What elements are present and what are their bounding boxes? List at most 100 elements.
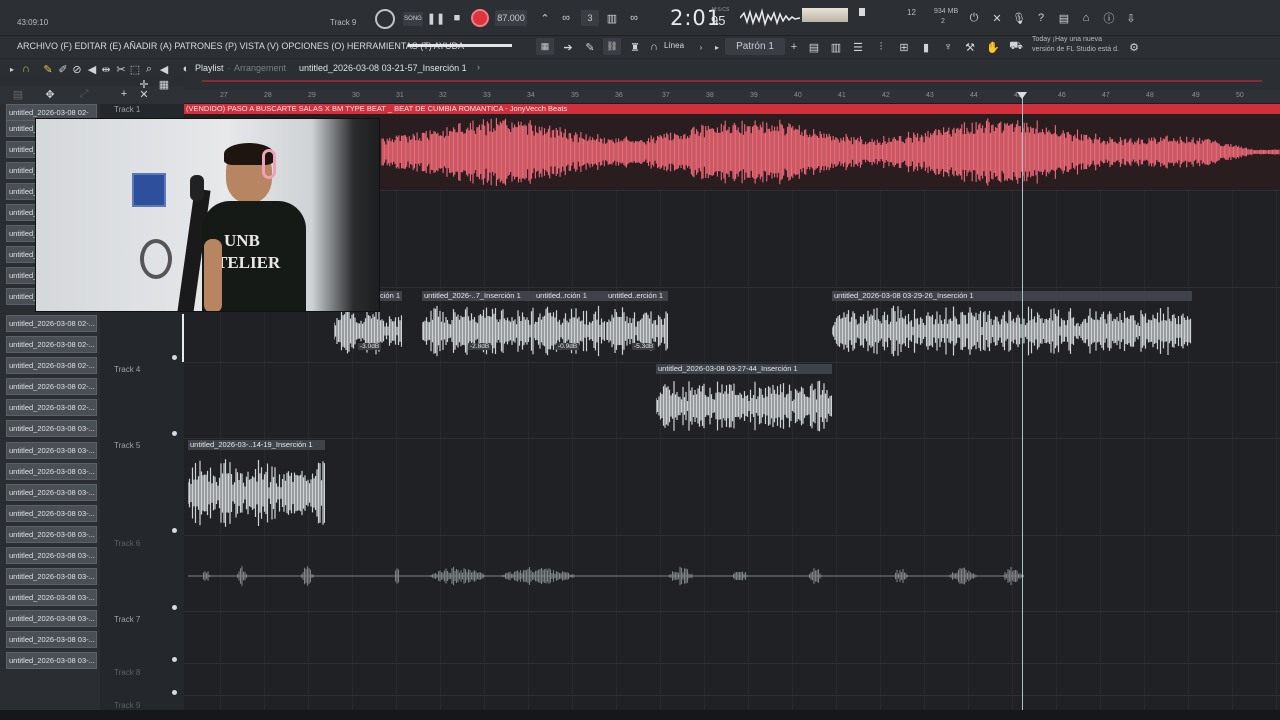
vocal-clip-e[interactable]: untitled_2026-03-08 03-29-26_Inserción 1 [832, 291, 1192, 361]
browser-clip-item[interactable]: untitled_2026-03-08 03-... [6, 610, 97, 627]
browser-clip-item[interactable]: untitled_2026-03-08 03-... [6, 505, 97, 522]
grid-icon[interactable]: ▤ [10, 86, 26, 102]
browser-clip-item[interactable]: untitled_2026-03-08 03-... [6, 547, 97, 564]
playback-tool-icon[interactable]: ◀ [156, 61, 172, 77]
save-icon[interactable]: ▤ [1056, 10, 1072, 26]
playlist-icon[interactable]: ▤ [806, 39, 822, 55]
countdown-icon[interactable]: 3 [581, 10, 599, 26]
vocal-clip-g[interactable]: untitled_2026-03-..14-19_Inserción 1 [188, 440, 325, 536]
vocal-clip-b[interactable]: untitled_2026-..7_Inserción 1 -2.8dB [422, 291, 534, 361]
playhead-marker[interactable] [1017, 92, 1027, 99]
vocal-clip-f[interactable]: untitled_2026-03-08 03-27-44_Inserción 1 [656, 364, 832, 438]
plugin-icon[interactable]: ⌂ [1078, 10, 1094, 26]
track-8-dot[interactable] [172, 690, 177, 695]
zoom-tool-icon[interactable]: ⌕ [141, 61, 157, 77]
track-4-label[interactable]: Track 4 [114, 365, 140, 374]
track-4-dot[interactable] [172, 431, 177, 436]
track-1-label[interactable]: Track 1 [114, 105, 140, 114]
settings-icon[interactable]: ⚙ [1126, 39, 1142, 55]
stamp-icon[interactable]: ♜ [627, 39, 643, 55]
browser-clip-item[interactable]: untitled_2026-03-08 03-... [6, 589, 97, 606]
timeline-ruler[interactable]: 27 28 29 30 31 32 33 34 35 36 37 38 39 40 41 42 43 44 45 46… [184, 90, 1280, 104]
delete-tool-icon[interactable]: ⊘ [69, 61, 85, 77]
add-track-icon[interactable]: + [116, 86, 132, 102]
pause-icon[interactable]: ❚❚ [427, 10, 445, 26]
track-9-label[interactable]: Track 9 [114, 701, 140, 710]
browser-clip-item[interactable]: untitled_2026-03-08 03-... [6, 568, 97, 585]
magnet-icon[interactable]: ∩ [646, 39, 662, 55]
arrangement-name[interactable]: Arrangement [234, 63, 286, 73]
track-6-label[interactable]: Track 6 [114, 539, 140, 548]
browser-clip-item[interactable]: untitled_2026-03-08 03-... [6, 420, 97, 437]
slip-tool-icon[interactable]: ⇹ [98, 61, 114, 77]
play-small-icon[interactable]: ▸ [709, 39, 725, 55]
selected-clip-name[interactable]: untitled_2026-03-08 03-21-57_Inserción 1 [299, 63, 467, 73]
pitch-slider[interactable] [859, 8, 865, 16]
refresh-icon[interactable] [375, 9, 395, 29]
plug-icon[interactable]: ♆ [940, 39, 956, 55]
step-edit-icon[interactable]: ▥ [604, 10, 620, 26]
browser-clip-item[interactable]: untitled_2026-03-08 02-... [6, 378, 97, 395]
piano-roll-icon[interactable]: ▥ [828, 39, 844, 55]
mixer-icon[interactable]: ⫶ [873, 39, 889, 55]
wait-icon[interactable]: ∞ [558, 10, 574, 26]
link-icon[interactable]: ⛓ [603, 38, 621, 55]
pattern-selector[interactable]: Patrón 1 [725, 38, 785, 55]
cart-icon[interactable]: ⛟ [1008, 39, 1024, 55]
playhead-line[interactable] [1022, 92, 1023, 710]
help-icon[interactable]: ? [1033, 10, 1049, 26]
power-icon[interactable]: ⏻ [966, 10, 982, 26]
snap-selector[interactable]: Línea [664, 41, 684, 50]
browser-clip-item[interactable]: untitled_2026-03-08 02-... [6, 399, 97, 416]
cpu-icon[interactable]: ✕ [989, 10, 1005, 26]
overview-scrollbar[interactable] [184, 78, 1280, 90]
browser-clip-item[interactable]: untitled_2026-03-08 03-... [6, 652, 97, 669]
file-icon[interactable]: ▮ [918, 39, 934, 55]
link-grey-icon[interactable]: ⤢ [76, 86, 92, 102]
loop-record-icon[interactable]: ∞ [626, 10, 642, 26]
chevron-right-icon-2[interactable]: › [477, 62, 480, 72]
main-menu[interactable]: ARCHIVO (F) EDITAR (E) AÑADIR (A) PATRON… [17, 41, 464, 51]
browser-clip-item[interactable]: untitled_2026-03-08 02-... [6, 336, 97, 353]
track-3-dot[interactable] [172, 355, 177, 360]
tool-icon[interactable]: ⚒ [962, 39, 978, 55]
channel-rack-icon[interactable]: ☰ [850, 39, 866, 55]
lane-grid-icon[interactable]: ▦ [156, 76, 172, 92]
vocal-clip-d[interactable]: untitled..erción 1 -5.3dB [606, 291, 668, 361]
record-button[interactable] [471, 9, 489, 27]
browser-clip-item[interactable]: untitled_2026-03-08 03-... [6, 442, 97, 459]
arrangement-icon[interactable]: ◐ [178, 61, 194, 77]
browser-clip-item[interactable]: untitled_2026-03-08 03-... [6, 631, 97, 648]
metronome-icon[interactable]: ⌃ [537, 10, 553, 26]
song-mode-toggle[interactable]: SONG [403, 12, 423, 26]
track-8-label[interactable]: Track 8 [114, 668, 140, 677]
browser-clip-item[interactable]: untitled_2026-03-08 03-... [6, 463, 97, 480]
tempo-display[interactable]: 87.000 [495, 10, 527, 26]
browser-clip-item[interactable]: untitled_2026-03-08 02-... [6, 357, 97, 374]
track-5-dot[interactable] [172, 528, 177, 533]
master-pitch-slider[interactable] [408, 44, 512, 47]
track-6-dot[interactable] [172, 605, 177, 610]
track-7-label[interactable]: Track 7 [114, 615, 140, 624]
crosshair-icon[interactable]: ✛ [136, 76, 152, 92]
hand-icon[interactable]: ✋ [985, 39, 1001, 55]
browser-clip-item[interactable]: untitled_2026-03-08 02-... [6, 315, 97, 332]
arrow-right-icon[interactable]: ➔ [560, 39, 576, 55]
download-icon[interactable]: ⇩ [1123, 10, 1139, 26]
stop-icon[interactable]: ■ [449, 10, 465, 26]
vocal-clip-c[interactable]: untitled..rción 1 -0.9dB [534, 291, 606, 361]
browser-icon[interactable]: ⊞ [896, 39, 912, 55]
browser-clip-item[interactable]: untitled_2026-03-08 03-... [6, 526, 97, 543]
track-5-label[interactable]: Track 5 [114, 441, 140, 450]
draw-tool-icon[interactable]: ✎ [40, 61, 56, 77]
info-icon[interactable]: ⓘ [1101, 10, 1117, 26]
microphone-icon[interactable]: 🎙 [1011, 10, 1027, 26]
pencil-icon[interactable]: ✎ [582, 39, 598, 55]
browser-clip-item[interactable]: untitled_2026-03-08 03-... [6, 484, 97, 501]
add-pattern-icon[interactable]: + [786, 39, 802, 55]
track-7-dot[interactable] [172, 657, 177, 662]
move-icon[interactable]: ✥ [42, 86, 58, 102]
playlist-view-icon[interactable]: ▦ [536, 38, 554, 55]
chevron-right-icon[interactable]: › [693, 39, 709, 55]
magnet-snap-icon[interactable]: ∩ [18, 61, 34, 77]
